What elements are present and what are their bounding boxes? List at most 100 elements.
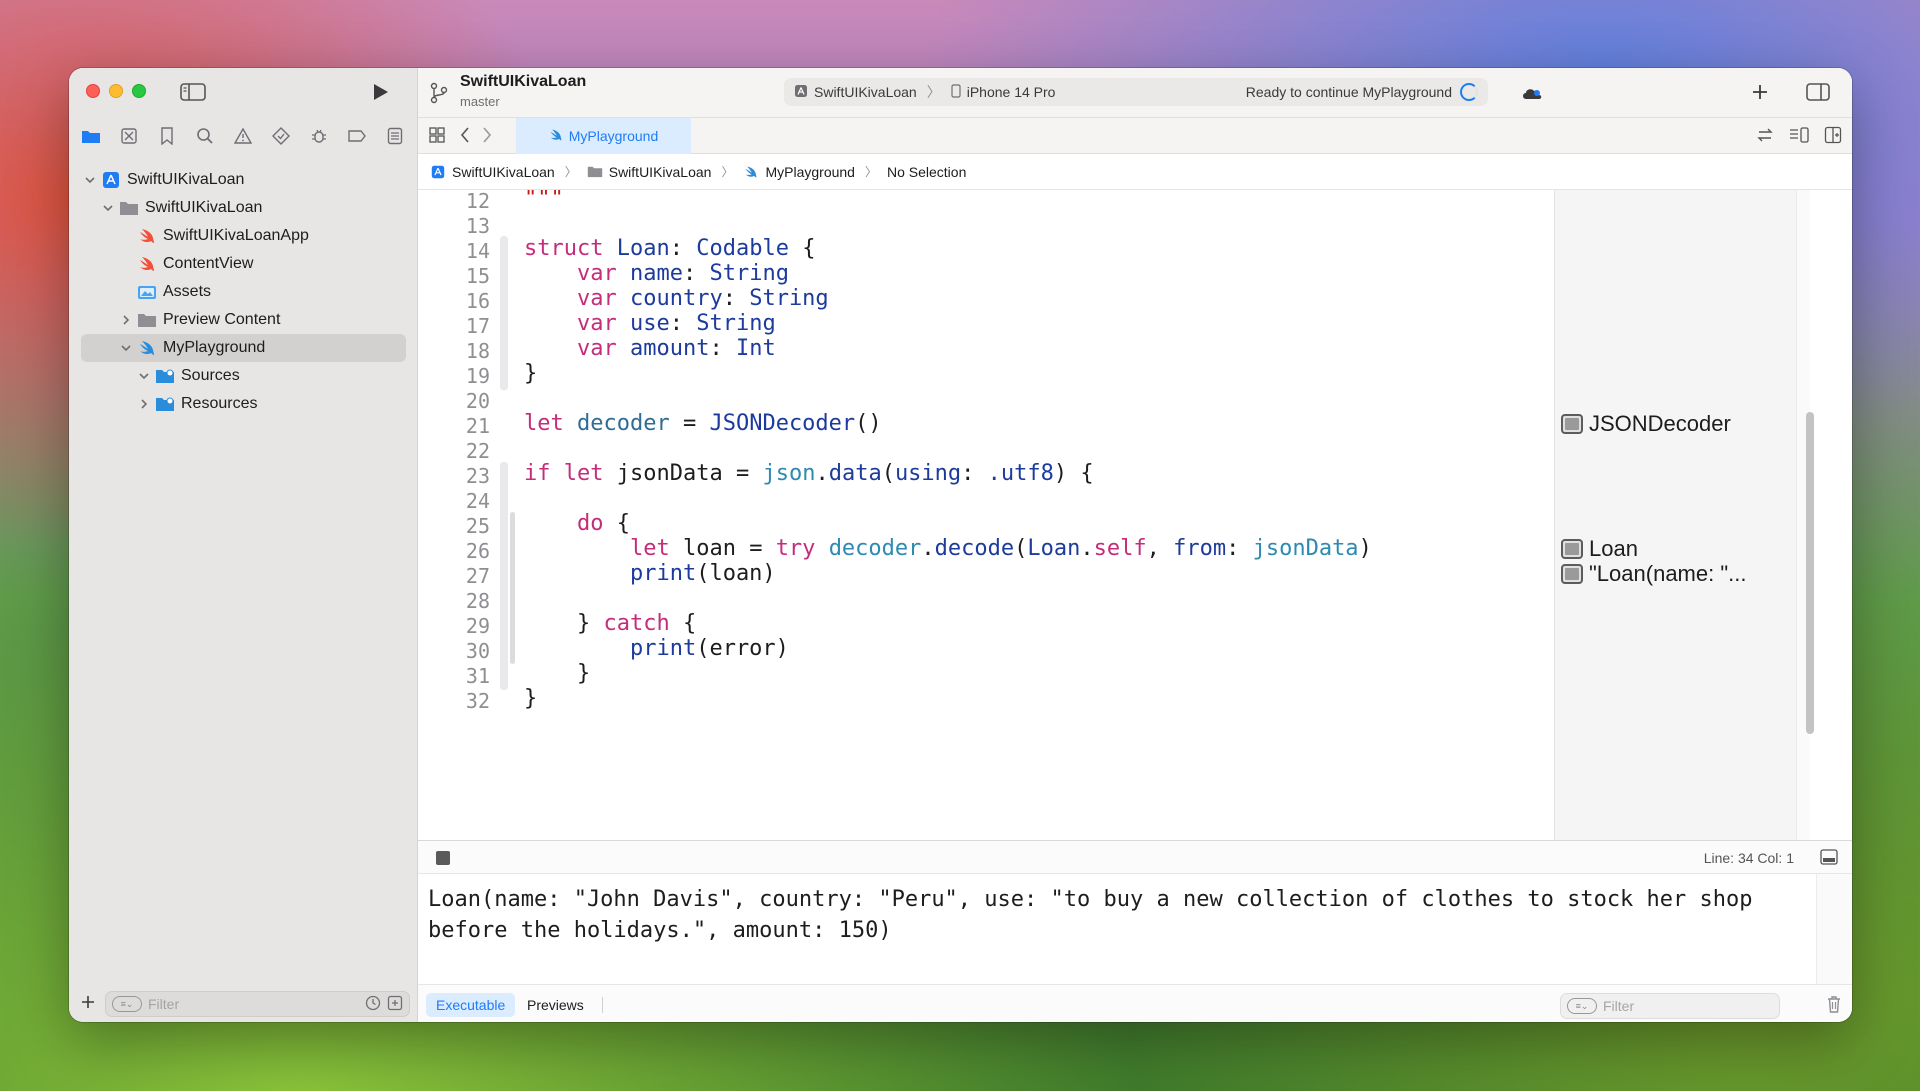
breadcrumb-item[interactable]: SwiftUIKivaLoan: [609, 164, 712, 180]
blue-folder-icon: [155, 367, 175, 385]
chevron-down-icon[interactable]: [137, 369, 151, 383]
find-navigator-icon[interactable]: [193, 124, 217, 148]
scm-filter-icon[interactable]: [387, 995, 403, 1014]
issue-navigator-icon[interactable]: [231, 124, 255, 148]
tree-item-preview-content[interactable]: Preview Content: [69, 306, 418, 334]
navigator-selector-bar: [69, 120, 418, 152]
forward-chevron-icon[interactable]: [480, 126, 494, 149]
chevron-right-icon[interactable]: [137, 397, 151, 411]
tree-item-label: Sources: [181, 367, 240, 384]
chevron-right-icon[interactable]: [119, 313, 133, 327]
chevron-down-icon[interactable]: [119, 341, 133, 355]
window-controls: [86, 84, 146, 98]
chevron-down-icon[interactable]: [83, 173, 97, 187]
tree-item-resources[interactable]: Resources: [69, 390, 418, 418]
code-fold-ribbon[interactable]: [500, 462, 508, 690]
sidebar-toggle-icon[interactable]: [180, 82, 206, 102]
editor-options-icon[interactable]: [1788, 126, 1810, 149]
result-row[interactable]: "Loan(name: "...: [1561, 561, 1746, 587]
cloud-icon[interactable]: [1520, 83, 1544, 103]
breakpoint-navigator-icon[interactable]: [345, 124, 369, 148]
console-toggle-icon[interactable]: [1820, 849, 1838, 865]
result-row[interactable]: Loan: [1561, 536, 1638, 562]
related-items-icon[interactable]: [428, 126, 446, 149]
console-scrollbar[interactable]: [1816, 874, 1852, 984]
console-filter-field[interactable]: ≡⌄ Filter: [1560, 993, 1780, 1019]
line-number: 22: [465, 439, 490, 463]
scheme-selector[interactable]: SwiftUIKivaLoan: [814, 84, 917, 100]
swap-arrows-icon[interactable]: [1756, 126, 1774, 149]
debug-navigator-icon[interactable]: [307, 124, 331, 148]
add-editor-icon[interactable]: [1824, 126, 1842, 149]
tab-myplayground[interactable]: MyPlayground: [516, 118, 691, 154]
breadcrumb-item[interactable]: SwiftUIKivaLoan: [452, 164, 555, 180]
line-number: 32: [465, 689, 490, 713]
tree-item-label: Assets: [163, 283, 212, 300]
zoom-button[interactable]: [132, 84, 146, 98]
line-number: 28: [465, 589, 490, 613]
line-number: 18: [465, 339, 490, 363]
code-line: struct Loan: Codable {: [524, 236, 816, 261]
console-bottom-bar: Executable Previews ≡⌄ Filter: [418, 984, 1852, 1022]
line-number: 26: [465, 539, 490, 563]
cursor-position: Line: 34 Col: 1: [1703, 850, 1794, 866]
add-icon[interactable]: [1748, 80, 1772, 104]
tree-item-assets[interactable]: Assets: [69, 278, 418, 306]
line-number: 29: [465, 614, 490, 638]
add-icon[interactable]: [81, 995, 95, 1014]
quick-look-icon[interactable]: [1561, 564, 1583, 584]
jump-bar: SwiftUIKivaLoan 〉 SwiftUIKivaLoan 〉 MyPl…: [418, 154, 1852, 190]
scheme-app-icon: [794, 84, 808, 101]
navigator-sidebar: SwiftUIKivaLoan SwiftUIKivaLoan SwiftUIK…: [69, 68, 418, 1022]
filter-placeholder: Filter: [148, 996, 180, 1012]
breadcrumb-item[interactable]: MyPlayground: [765, 164, 855, 180]
tree-item-sources[interactable]: Sources: [69, 362, 418, 390]
bookmark-navigator-icon[interactable]: [155, 124, 179, 148]
stop-icon[interactable]: [436, 851, 450, 865]
tree-item-project[interactable]: SwiftUIKivaLoan: [69, 166, 418, 194]
inspector-toggle-icon[interactable]: [1806, 82, 1830, 102]
source-control-navigator-icon[interactable]: [117, 124, 141, 148]
line-number: 24: [465, 489, 490, 513]
code-line: } catch {: [576, 611, 697, 636]
tab-executable[interactable]: Executable: [426, 993, 516, 1017]
activity-status: Ready to continue MyPlayground: [1245, 84, 1452, 100]
run-icon[interactable]: [369, 81, 391, 103]
editor-options: [1756, 126, 1842, 149]
minimize-button[interactable]: [109, 84, 123, 98]
code-line: }: [524, 361, 538, 386]
line-number: 17: [465, 314, 490, 338]
breadcrumb-item[interactable]: No Selection: [887, 164, 966, 180]
line-number-gutter: 12 13 14 15 16 17 18 19 20 21 22 23 24 2…: [418, 190, 490, 840]
code-fold-ribbon[interactable]: [500, 236, 508, 390]
result-row[interactable]: JSONDecoder: [1561, 411, 1731, 437]
tree-item-contentview[interactable]: ContentView: [69, 250, 418, 278]
navigator-filter-field[interactable]: ≡⌄ Filter: [105, 991, 410, 1017]
line-number: 16: [465, 289, 490, 313]
scrollbar-thumb[interactable]: [1806, 412, 1814, 734]
source-editor[interactable]: 12 13 14 15 16 17 18 19 20 21 22 23 24 2…: [418, 190, 1554, 840]
close-button[interactable]: [86, 84, 100, 98]
recent-files-icon[interactable]: [365, 995, 381, 1014]
tree-item-playground[interactable]: MyPlayground: [81, 334, 406, 362]
app-project-icon: [101, 171, 121, 189]
line-number: 13: [465, 214, 490, 238]
tab-previews[interactable]: Previews: [517, 993, 594, 1017]
filter-options-icon[interactable]: ≡⌄: [112, 996, 142, 1012]
tree-item-swift-app[interactable]: SwiftUIKivaLoanApp: [69, 222, 418, 250]
back-chevron-icon[interactable]: [458, 126, 472, 149]
chevron-down-icon[interactable]: [101, 201, 115, 215]
console-output[interactable]: Loan(name: "John Davis", country: "Peru"…: [418, 874, 1816, 984]
quick-look-icon[interactable]: [1561, 414, 1583, 434]
report-navigator-icon[interactable]: [383, 124, 407, 148]
device-selector[interactable]: iPhone 14 Pro: [967, 84, 1056, 100]
tree-item-group[interactable]: SwiftUIKivaLoan: [69, 194, 418, 222]
trash-icon[interactable]: [1826, 994, 1842, 1014]
code-fold-ribbon[interactable]: [510, 512, 515, 664]
folder-navigator-icon[interactable]: [79, 124, 103, 148]
folder-icon: [587, 165, 603, 179]
filter-options-icon[interactable]: ≡⌄: [1567, 998, 1597, 1014]
quick-look-icon[interactable]: [1561, 539, 1583, 559]
filter-placeholder: Filter: [1603, 998, 1635, 1014]
test-navigator-icon[interactable]: [269, 124, 293, 148]
